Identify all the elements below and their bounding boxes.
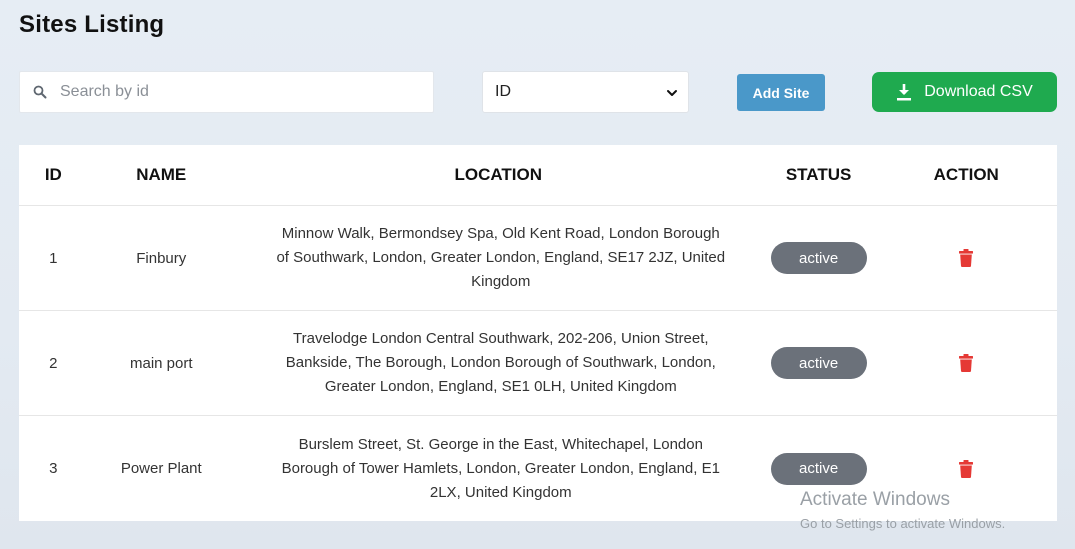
page-title: Sites Listing <box>19 11 165 38</box>
header-action: ACTION <box>933 165 999 184</box>
chevron-down-icon <box>666 86 678 98</box>
location-line: Bankside, The Borough, London Borough of… <box>285 354 716 371</box>
location-line: of Southwark, London, Greater London, En… <box>276 249 726 266</box>
watermark-subtitle: Go to Settings to activate Windows. <box>800 516 1006 531</box>
header-status: STATUS <box>785 165 852 184</box>
download-csv-button[interactable]: Download CSV <box>872 72 1057 112</box>
delete-icon[interactable] <box>959 459 974 478</box>
search-input[interactable] <box>60 72 433 112</box>
cell-id: 1 <box>49 249 58 267</box>
sites-table: ID NAME LOCATION STATUS ACTION 1 Finbury… <box>19 145 1057 521</box>
search-box[interactable] <box>19 71 434 113</box>
header-name: NAME <box>136 165 187 184</box>
header-id: ID <box>44 165 62 184</box>
cell-id: 2 <box>49 354 58 372</box>
status-badge: active <box>770 452 867 485</box>
windows-activation-watermark: Activate Windows Go to Settings to activ… <box>800 489 1005 531</box>
cell-location: Travelodge London Central Southwark, 202… <box>286 327 716 399</box>
cell-name: Power Plant <box>120 460 202 477</box>
cell-name: Finbury <box>136 249 187 267</box>
download-icon <box>896 83 912 101</box>
location-line: Kingdom <box>471 273 531 290</box>
status-badge: active <box>770 242 867 274</box>
header-location: LOCATION <box>454 165 543 184</box>
location-line: 2LX, United Kingdom <box>429 483 572 501</box>
cell-location: Burslem Street, St. George in the East, … <box>282 433 720 505</box>
location-line: Minnow Walk, Bermondsey Spa, Old Kent Ro… <box>281 225 720 242</box>
delete-icon[interactable] <box>959 249 974 267</box>
table-header: ID NAME LOCATION STATUS ACTION <box>19 145 1057 206</box>
status-badge: active <box>770 347 867 379</box>
filter-select-value: ID <box>495 83 511 100</box>
cell-name: main port <box>129 354 193 372</box>
cell-location: Minnow Walk, Bermondsey Spa, Old Kent Ro… <box>276 222 725 294</box>
delete-icon[interactable] <box>959 354 974 372</box>
location-line: Burslem Street, St. George in the East, … <box>298 435 703 453</box>
search-icon <box>33 84 49 100</box>
location-line: Greater London, England, SE1 0LH, United… <box>324 378 677 395</box>
location-line: Travelodge London Central Southwark, 202… <box>293 330 709 347</box>
table-row: 2 main port Travelodge London Central So… <box>19 311 1057 416</box>
watermark-title: Activate Windows <box>800 489 950 510</box>
cell-id: 3 <box>49 460 58 477</box>
download-csv-label: Download CSV <box>924 83 1033 100</box>
filter-select[interactable]: ID <box>482 71 689 113</box>
table-row: 1 Finbury Minnow Walk, Bermondsey Spa, O… <box>19 206 1057 311</box>
add-site-button[interactable]: Add Site <box>737 74 825 111</box>
location-line: Borough of Tower Hamlets, London, Greate… <box>281 459 720 477</box>
